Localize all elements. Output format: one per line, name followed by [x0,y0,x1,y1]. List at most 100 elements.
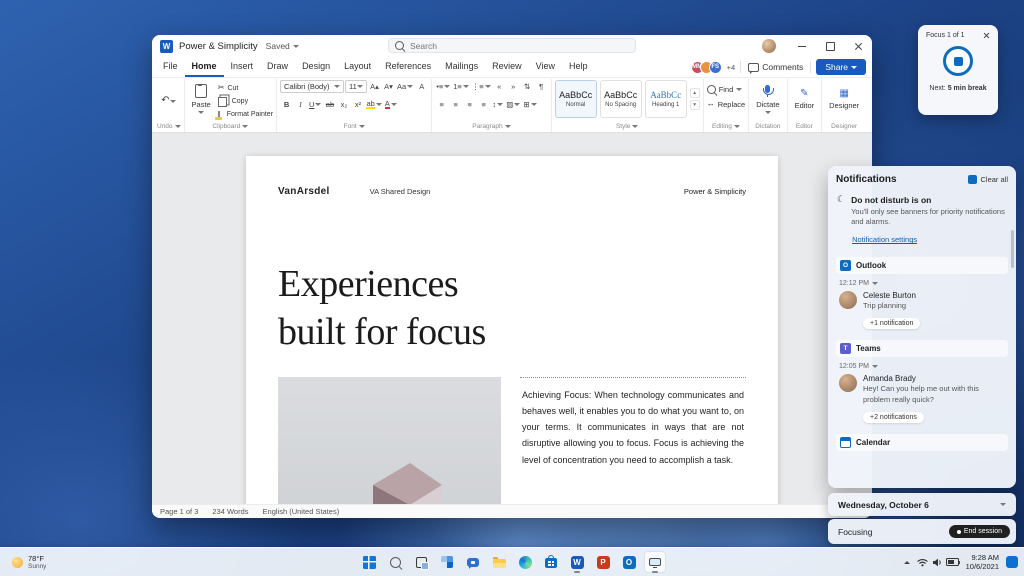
style-scroll-down-button[interactable]: ▾ [689,100,700,110]
focus-close-button[interactable] [983,32,990,39]
shading-button[interactable]: ▨ [505,98,521,111]
collaborator-avatar[interactable]: FS [708,60,722,74]
format-painter-button[interactable]: Format Painter [215,108,273,120]
language-status[interactable]: English (United States) [263,507,340,516]
scrollbar[interactable] [1011,230,1014,268]
search-input[interactable] [408,39,629,52]
close-button[interactable] [844,35,872,57]
clear-formatting-button[interactable]: A [415,80,428,93]
borders-button[interactable]: ⊞ [522,98,537,111]
style-scroll-up-button[interactable]: ▴ [689,88,700,98]
grow-font-button[interactable]: A▴ [368,80,381,93]
calendar-group-header[interactable]: Calendar [836,433,1008,451]
undo-button[interactable]: ↶ [160,91,177,111]
title-search-box[interactable] [388,38,636,53]
autosave-status[interactable]: Saved [266,41,299,51]
tab-mailings[interactable]: Mailings [438,57,485,77]
comments-button[interactable]: Comments [746,62,805,74]
line-spacing-button[interactable]: ↕ [491,98,504,111]
sort-button[interactable]: ⇅ [521,80,534,93]
clear-all-button[interactable]: Clear all [968,175,1008,184]
editor-button[interactable]: ✎ Editor [791,80,819,118]
tab-view[interactable]: View [529,57,562,77]
chat-button[interactable] [462,551,484,573]
change-case-button[interactable]: Aa [396,80,414,93]
tab-help[interactable]: Help [562,57,595,77]
tab-draw[interactable]: Draw [260,57,295,77]
weather-widget-button[interactable]: 78°F Sunny [8,548,50,576]
copy-button[interactable]: Copy [217,95,273,107]
focus-stop-button[interactable] [943,46,973,76]
end-session-button[interactable]: End session [948,525,1010,538]
cut-button[interactable]: ✂ Cut [218,82,273,94]
italic-button[interactable]: I [294,98,307,111]
numbering-button[interactable]: 1≡ [452,80,470,93]
page-count[interactable]: Page 1 of 3 [160,507,198,516]
file-explorer-button[interactable] [488,551,510,573]
strikethrough-button[interactable]: ab [323,98,336,111]
superscript-button[interactable]: x² [351,98,364,111]
minimize-button[interactable] [788,35,816,57]
paste-button[interactable]: Paste [188,80,215,118]
teams-notification[interactable]: Amanda Brady Hey! Can you help me out wi… [836,374,1008,404]
increase-indent-button[interactable]: » [507,80,520,93]
outlook-more-notifications-badge[interactable]: +1 notification [863,318,921,330]
font-size-select[interactable]: 11 [345,80,368,93]
show-paragraph-marks-button[interactable]: ¶ [535,80,548,93]
notification-timestamp[interactable]: 12:12 PM [839,280,1008,287]
collaborator-overflow-count[interactable]: +4 [727,63,736,72]
find-button[interactable]: Find [706,83,743,95]
quick-settings-button[interactable] [917,558,961,567]
tray-overflow-button[interactable] [903,560,910,564]
underline-button[interactable]: U [308,98,322,111]
document-image[interactable] [278,376,501,504]
widgets-button[interactable] [436,551,458,573]
tab-design[interactable]: Design [295,57,337,77]
maximize-button[interactable] [816,35,844,57]
taskbar-search-button[interactable] [384,551,406,573]
active-app-button[interactable] [644,551,666,573]
edge-button[interactable] [514,551,536,573]
tab-review[interactable]: Review [485,57,529,77]
decrease-indent-button[interactable]: « [493,80,506,93]
teams-more-notifications-badge[interactable]: +2 notifications [863,411,924,423]
designer-button[interactable]: ▦ Designer [825,80,863,118]
start-button[interactable] [358,551,380,573]
outlook-button[interactable]: O [618,551,640,573]
tab-file[interactable]: File [156,57,185,77]
bold-button[interactable]: B [280,98,293,111]
outlook-group-header[interactable]: O Outlook [836,257,1008,275]
tab-layout[interactable]: Layout [337,57,378,77]
multilevel-list-button[interactable]: ⋮≡ [471,80,492,93]
word-count[interactable]: 234 Words [212,507,248,516]
font-name-select[interactable]: Calibri (Body) [280,80,345,93]
bullets-button[interactable]: •≡ [435,80,451,93]
dictate-button[interactable]: Dictate [752,80,783,118]
tab-home[interactable]: Home [184,57,224,77]
store-button[interactable] [540,551,562,573]
task-view-button[interactable] [410,551,432,573]
justify-button[interactable]: ≡ [477,98,490,111]
tab-insert[interactable]: Insert [224,57,261,77]
text-highlight-button[interactable]: ab [365,98,382,111]
outlook-notification[interactable]: Celeste Burton Trip planning [836,291,1008,311]
align-right-button[interactable]: ≡ [463,98,476,111]
align-left-button[interactable]: ≡ [435,98,448,111]
powerpoint-button[interactable]: P [592,551,614,573]
align-center-button[interactable]: ≡ [449,98,462,111]
clock-button[interactable]: 9:28 AM 10/6/2021 [966,553,999,572]
tab-references[interactable]: References [378,57,438,77]
document-page[interactable]: VanArsdel VA Shared Design Power & Simpl… [246,156,778,504]
replace-button[interactable]: ↔ Replace [707,98,746,110]
word-button[interactable]: W [566,551,588,573]
style-heading-1[interactable]: AaBbCc Heading 1 [644,80,687,118]
shrink-font-button[interactable]: A▾ [382,80,395,93]
notification-timestamp[interactable]: 12:05 PM [839,363,1008,370]
style-normal[interactable]: AaBbCc Normal [554,80,597,118]
subscript-button[interactable]: x₂ [337,98,350,111]
style-no-spacing[interactable]: AaBbCc No Spacing [599,80,642,118]
notification-settings-link[interactable]: Notification settings [851,235,917,244]
notification-badge-icon[interactable] [1006,556,1018,568]
calendar-date-card[interactable]: Wednesday, October 6 [828,493,1016,516]
account-avatar[interactable] [762,39,776,53]
